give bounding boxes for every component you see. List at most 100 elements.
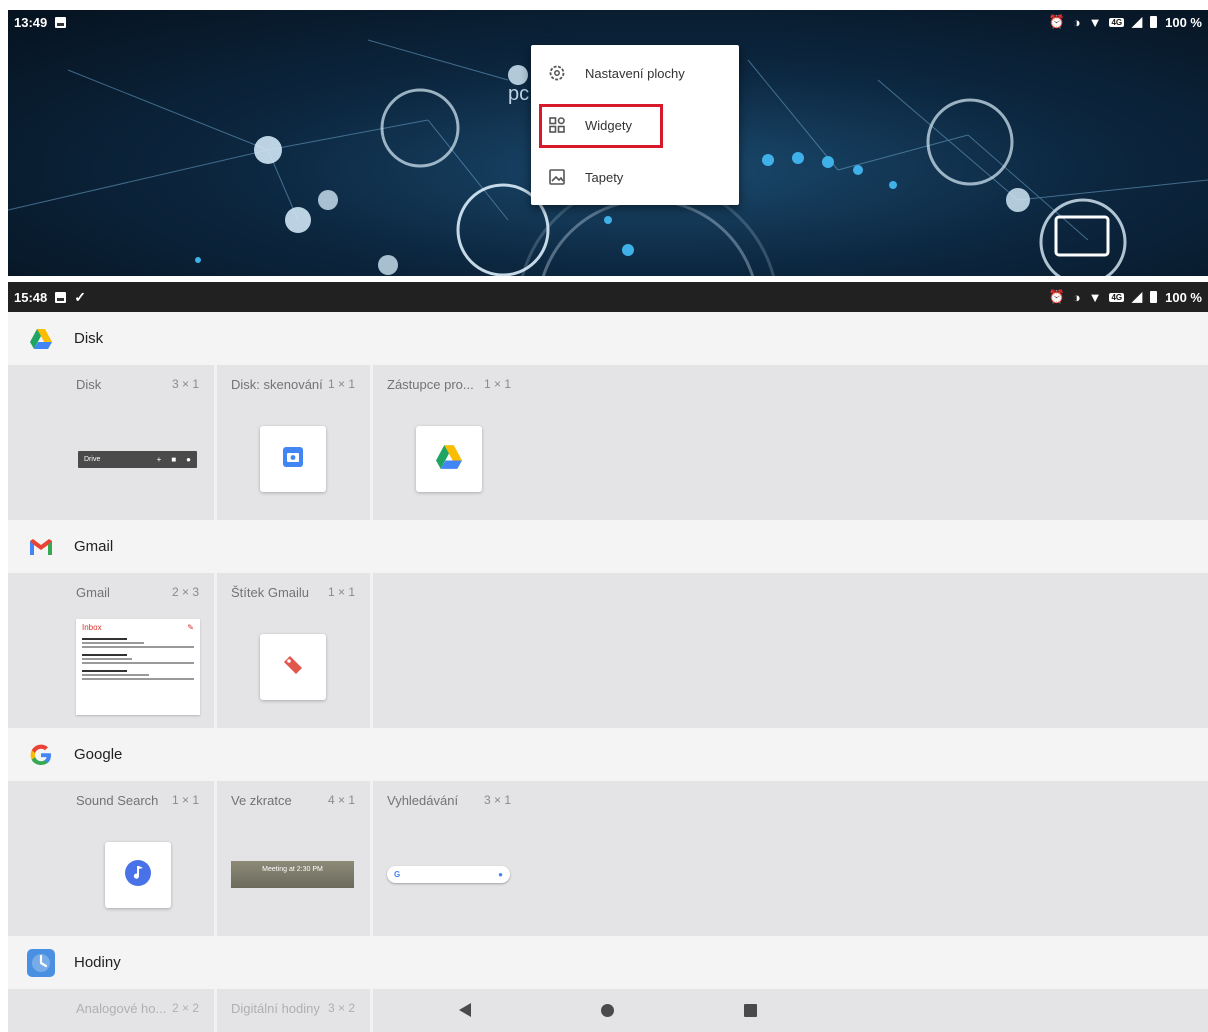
gallery-notification-icon [55, 16, 67, 28]
widget-row-disk: Disk 3 × 1 Drive + ■ ● Disk: skenování 1 ×… [8, 365, 1208, 520]
widget-preview-tile [260, 426, 326, 492]
status-bar-picker: 15:48 ✓ ⏰ ◑ ▼ 4G ◢ 100 % [8, 282, 1208, 312]
alarm-icon: ⏰ [1048, 14, 1065, 29]
app-name: Gmail [74, 538, 114, 555]
widget-picker: 15:48 ✓ ⏰ ◑ ▼ 4G ◢ 100 % Disk Disk 3 × 1… [8, 282, 1208, 1032]
preview-mail [82, 638, 194, 648]
at-a-glance-preview-text: Meeting at 2:30 PM [262, 866, 323, 873]
gmail-icon [26, 532, 56, 562]
data-saver-icon: ◑ [1072, 289, 1081, 305]
menu-item-home-settings[interactable]: Nastavení plochy [531, 47, 739, 99]
menu-item-label: Tapety [585, 169, 624, 185]
download-done-icon: ✓ [74, 288, 86, 305]
widget-size: 1 × 1 [484, 377, 512, 391]
widget-size: 4 × 1 [328, 793, 356, 807]
google-icon [26, 740, 56, 770]
back-icon[interactable] [459, 1003, 471, 1017]
data-saver-icon: ◑ [1072, 14, 1081, 30]
battery-icon [1150, 291, 1158, 303]
gmail-preview-inbox-label: Inbox [82, 623, 102, 632]
clock-time: 15:48 [14, 289, 48, 305]
preview-mail [82, 670, 194, 680]
drive-preview-label: Drive [84, 456, 101, 463]
widget-size: 1 × 1 [328, 377, 356, 391]
app-name: Disk [74, 330, 104, 347]
recent-apps-icon[interactable] [744, 1003, 757, 1017]
widget-title: Ve zkratce [231, 793, 292, 808]
app-header-gmail: Gmail [8, 520, 1208, 573]
menu-item-label: Nastavení plochy [585, 65, 685, 81]
widget-title: Disk [76, 377, 102, 392]
menu-item-wallpapers[interactable]: Tapety [531, 151, 739, 203]
preview-mail [82, 654, 194, 664]
wallpaper-icon [547, 167, 567, 187]
home-screen: pc 13:49 ⏰ ◑ ▼ 4G ◢ 100 % Nastavení ploc… [8, 10, 1208, 276]
app-header-disk: Disk [8, 312, 1208, 365]
google-drive-icon [26, 324, 56, 354]
camera-icon [282, 446, 304, 473]
widget-title: Zástupce pro... [387, 377, 474, 392]
volte-icon: 4G [1109, 292, 1125, 302]
search-bar-preview: G ● [387, 866, 510, 883]
widget-search[interactable]: Vyhledávání 3 × 1 G ● [373, 781, 529, 936]
highlight-box [539, 104, 663, 148]
drive-preview-icons: + ■ ● [156, 455, 191, 464]
svg-text:pc: pc [508, 83, 529, 105]
gear-icon [547, 63, 567, 83]
widget-size: 2 × 3 [172, 585, 200, 599]
widget-preview-tile [105, 842, 171, 908]
widget-title: Sound Search [76, 793, 159, 808]
battery-level: 100 % [1165, 14, 1202, 30]
widget-size: 3 × 1 [484, 793, 512, 807]
wifi-icon: ▼ [1088, 14, 1102, 30]
widget-gmail-label[interactable]: Štítek Gmailu 1 × 1 [217, 573, 373, 728]
clock-time: 13:49 [14, 14, 48, 30]
widget-title: Gmail [76, 585, 110, 600]
clock-icon [26, 948, 56, 978]
label-tag-icon [281, 653, 305, 682]
widget-row-google: Sound Search 1 × 1 Ve zkratce 4 × 1 Meet… [8, 781, 1208, 936]
mic-icon: ● [498, 870, 503, 879]
widget-disk-scan[interactable]: Disk: skenování 1 × 1 [217, 365, 373, 520]
app-name: Google [74, 746, 123, 763]
widget-title: Disk: skenování [231, 377, 323, 392]
alarm-icon: ⏰ [1048, 289, 1065, 304]
music-note-icon [124, 859, 152, 892]
widget-preview-tile [260, 634, 326, 700]
google-drive-icon [434, 444, 464, 475]
widget-size: 1 × 1 [328, 585, 356, 599]
app-header-hodiny: Hodiny [8, 936, 1208, 989]
widget-size: 3 × 1 [172, 377, 200, 391]
widget-preview-tile [416, 426, 482, 492]
widget-title: Vyhledávání [387, 793, 459, 808]
widget-row-gmail: Gmail 2 × 3 Inbox ✎ Štítek Gmailu 1 × 1 [8, 573, 1208, 728]
battery-icon [1150, 16, 1158, 28]
status-bar-home: 13:49 ⏰ ◑ ▼ 4G ◢ 100 % [8, 10, 1208, 34]
drive-widget-preview: Drive + ■ ● [78, 451, 197, 468]
navigation-bar [8, 988, 1208, 1032]
google-g-logo: G [394, 870, 401, 879]
widget-sound-search[interactable]: Sound Search 1 × 1 [8, 781, 217, 936]
battery-level: 100 % [1165, 289, 1202, 305]
wifi-icon: ▼ [1088, 289, 1102, 305]
menu-item-widgets[interactable]: Widgety [531, 99, 739, 151]
signal-icon: ◢ [1132, 14, 1143, 29]
widget-disk[interactable]: Disk 3 × 1 Drive + ■ ● [8, 365, 217, 520]
signal-icon: ◢ [1132, 289, 1143, 304]
widget-at-a-glance[interactable]: Ve zkratce 4 × 1 Meeting at 2:30 PM [217, 781, 373, 936]
widget-list[interactable]: Disk Disk 3 × 1 Drive + ■ ● Disk: skenován… [8, 312, 1208, 1032]
widget-disk-shortcut[interactable]: Zástupce pro... 1 × 1 [373, 365, 529, 520]
volte-icon: 4G [1109, 17, 1125, 27]
widget-title: Štítek Gmailu [231, 585, 310, 600]
home-context-menu: Nastavení plochy Widgety Tapety [531, 45, 739, 205]
compose-icon: ✎ [187, 623, 194, 632]
widget-size: 1 × 1 [172, 793, 200, 807]
screenshot-root: pc 13:49 ⏰ ◑ ▼ 4G ◢ 100 % Nastavení ploc… [0, 0, 1208, 1032]
gallery-notification-icon [55, 291, 67, 303]
at-a-glance-preview: Meeting at 2:30 PM [231, 861, 354, 888]
app-header-google: Google [8, 728, 1208, 781]
app-name: Hodiny [74, 954, 121, 971]
widget-gmail[interactable]: Gmail 2 × 3 Inbox ✎ [8, 573, 217, 728]
home-icon[interactable] [601, 1003, 614, 1017]
gmail-widget-preview: Inbox ✎ [76, 619, 200, 715]
